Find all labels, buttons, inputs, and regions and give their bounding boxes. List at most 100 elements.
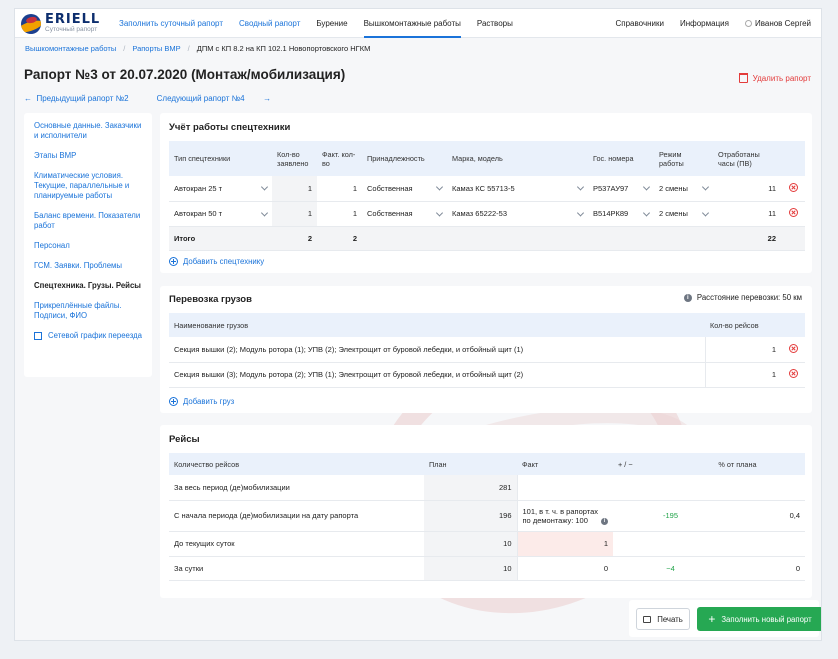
cargo-table: Наименование грузов Кол-во рейсов Секция… — [169, 313, 805, 388]
sidebar-item-climate[interactable]: Климатические условия. Текущие, параллел… — [34, 171, 142, 201]
sidebar-item-stages[interactable]: Этапы ВМР — [34, 151, 142, 161]
trips-row-label: За сутки — [169, 556, 424, 581]
chevron-down-icon — [260, 183, 269, 191]
user-name: Иванов Сергей — [754, 19, 811, 28]
nav-summary-report[interactable]: Сводный рапорт — [239, 9, 300, 38]
table-row: До текущих суток 10 1 — [169, 531, 805, 557]
plus-circle-icon — [169, 257, 178, 266]
trips-title: Рейсы — [169, 434, 200, 445]
delete-row-button[interactable] — [781, 176, 805, 202]
fact-value: 0 — [516, 556, 613, 581]
plus-circle-icon — [169, 397, 178, 406]
model-select[interactable]: Камаз КС 55713-5 — [447, 176, 588, 202]
mode-select[interactable]: 2 смены — [654, 201, 713, 227]
fact-value: 1 — [516, 531, 613, 557]
new-report-label: Заполнить новый рапорт — [721, 614, 812, 624]
mode-select[interactable]: 2 смены — [654, 176, 713, 202]
nav-references[interactable]: Справочники — [616, 9, 664, 38]
remove-circle-icon — [788, 343, 798, 353]
chevron-down-icon — [435, 208, 444, 217]
hours-input[interactable]: 11 — [713, 176, 781, 202]
next-report-link[interactable]: Следующий рапорт №4 → — [157, 94, 271, 103]
remove-circle-icon — [788, 369, 798, 378]
delete-report-button[interactable]: Удалить рапорт — [738, 73, 811, 83]
fact-value — [516, 475, 613, 501]
nav-rig-works[interactable]: Вышкомонтажные работы — [363, 9, 461, 38]
col-actions — [781, 141, 805, 176]
plate-select[interactable]: В514РК89 — [588, 201, 654, 227]
nav-drilling[interactable]: Бурение — [316, 9, 347, 38]
info-icon[interactable]: i — [601, 517, 608, 525]
chevron-down-icon — [642, 183, 651, 191]
sidebar-item-personnel[interactable]: Персонал — [34, 241, 142, 251]
print-label: Печать — [657, 614, 683, 624]
equipment-header-row: Тип спецтехники Кол-во заявлено Факт. ко… — [169, 141, 805, 176]
cargo-card: Перевозка грузов i Расстояние перевозки:… — [160, 286, 812, 413]
sidebar-item-network-schedule[interactable]: Сетевой график переезда — [34, 331, 142, 341]
cargo-header-row: Наименование грузов Кол-во рейсов — [169, 313, 805, 337]
new-report-button[interactable]: + Заполнить новый рапорт — [697, 607, 821, 631]
nav-information[interactable]: Информация — [680, 9, 729, 38]
add-equipment-button[interactable]: Добавить спецтехнику — [169, 257, 264, 266]
cargo-name-input[interactable]: Секция вышки (2); Модуль ротора (1); УПВ… — [169, 337, 705, 363]
remove-circle-icon — [788, 182, 798, 192]
fact-text: 101, в т. ч. в рапортах по демонтажу: 10… — [522, 506, 599, 525]
delete-row-button[interactable] — [781, 201, 805, 227]
print-button[interactable]: Печать — [636, 608, 690, 630]
plan-value: 281 — [424, 475, 517, 501]
col-trip-count: Кол-во рейсов — [705, 313, 781, 337]
chevron-down-icon — [576, 183, 585, 191]
prev-report-link[interactable]: ← Предыдущий рапорт №2 — [24, 94, 143, 103]
trip-count-input[interactable]: 1 — [704, 337, 781, 363]
col-declared: Кол-во заявлено — [272, 141, 317, 176]
table-row: С начала периода (де)мобилизации на дату… — [169, 500, 805, 532]
trip-count-input[interactable]: 1 — [704, 362, 781, 388]
main-nav: Заполнить суточный рапорт Сводный рапорт… — [119, 9, 529, 38]
plate-select[interactable]: Р537АУ97 — [588, 176, 654, 202]
table-row: Автокран 50 т 1 1 Собственная Камаз 6522… — [169, 201, 805, 227]
brand-logo[interactable]: ERIELL Суточный рапорт — [21, 13, 100, 34]
chevron-down-icon — [701, 183, 710, 191]
table-row: Секция вышки (3); Модуль ротора (2); УПВ… — [169, 362, 805, 388]
type-select[interactable]: Автокран 25 т — [169, 176, 272, 202]
breadcrumb-rig-works[interactable]: Вышкомонтажные работы — [25, 44, 116, 53]
total-label: Итого — [169, 226, 272, 251]
equipment-title: Учёт работы спецтехники — [169, 122, 291, 133]
sidebar-item-fuel[interactable]: ГСМ. Заявки. Проблемы — [34, 261, 142, 271]
col-trips-label: Количество рейсов — [169, 453, 424, 475]
eriell-logo-icon — [21, 13, 41, 34]
delete-row-button[interactable] — [781, 337, 805, 363]
add-cargo-button[interactable]: Добавить груз — [169, 397, 234, 406]
owner-select[interactable]: Собственная — [362, 176, 447, 202]
sidebar-item-main-data[interactable]: Основные данные. Заказчики и исполнители — [34, 121, 142, 141]
equipment-table: Тип спецтехники Кол-во заявлено Факт. ко… — [169, 141, 805, 251]
table-row: За сутки 10 0 −4 0 — [169, 556, 805, 581]
plan-value: 10 — [424, 556, 517, 581]
col-mode: Режим работы — [654, 141, 713, 176]
sidebar-item-time-balance[interactable]: Баланс времени. Показатели работ — [34, 211, 142, 231]
total-actual: 2 — [317, 226, 362, 251]
nav-fill-daily-report[interactable]: Заполнить суточный рапорт — [119, 9, 223, 38]
sidebar-item-files[interactable]: Прикреплённые файлы. Подписи, ФИО — [34, 301, 142, 321]
delete-row-button[interactable] — [781, 362, 805, 388]
type-select[interactable]: Автокран 50 т — [169, 201, 272, 227]
user-icon — [744, 20, 752, 27]
fact-value: 101, в т. ч. в рапортах по демонтажу: 10… — [516, 500, 613, 532]
user-menu[interactable]: Иванов Сергей — [744, 9, 811, 38]
total-declared: 2 — [272, 226, 317, 251]
chevron-down-icon — [435, 183, 444, 191]
model-select[interactable]: Камаз 65222-53 — [447, 201, 588, 227]
trips-header-row: Количество рейсов План Факт + / − % от п… — [169, 453, 805, 475]
table-row: Автокран 25 т 1 1 Собственная Камаз КС 5… — [169, 176, 805, 202]
breadcrumb-reports[interactable]: Рапорты ВМР — [132, 44, 180, 53]
total-row: Итого 2 2 22 — [169, 226, 805, 251]
actual-input[interactable]: 1 — [317, 176, 362, 202]
hours-input[interactable]: 11 — [713, 201, 781, 227]
owner-select[interactable]: Собственная — [362, 201, 447, 227]
actual-input[interactable]: 1 — [317, 201, 362, 227]
nav-solutions[interactable]: Растворы — [477, 9, 513, 38]
cargo-name-input[interactable]: Секция вышки (3); Модуль ротора (2); УПВ… — [169, 362, 705, 388]
external-link-icon — [34, 332, 42, 340]
sidebar-item-equipment[interactable]: Спецтехника. Грузы. Рейсы — [34, 281, 142, 291]
brand-subtitle: Суточный рапорт — [45, 26, 98, 34]
